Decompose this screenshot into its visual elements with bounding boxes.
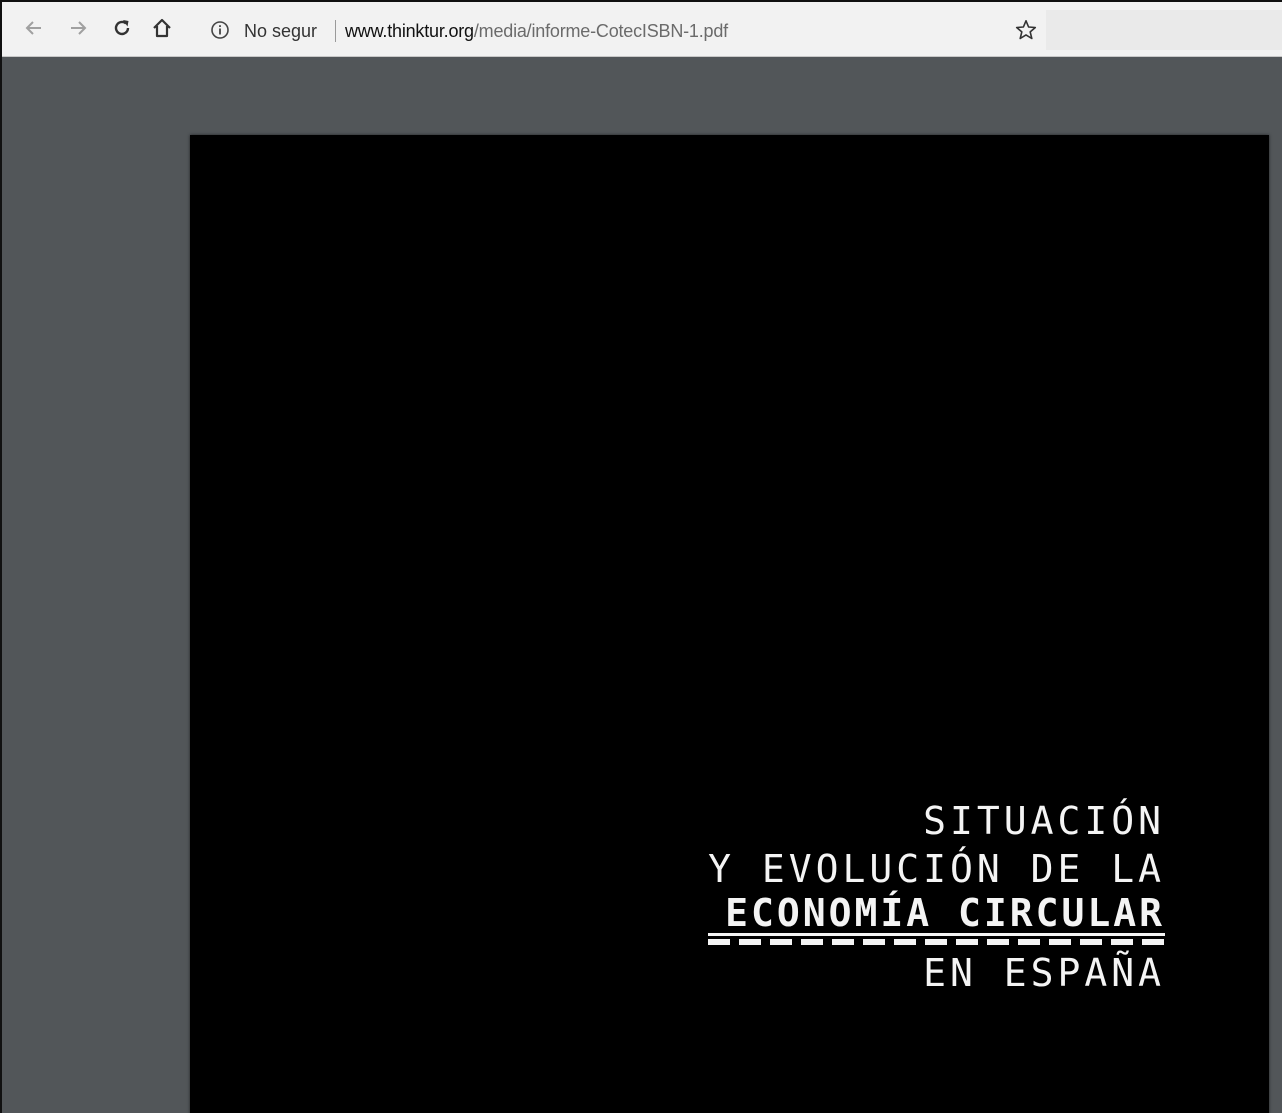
toolbar-extension-area	[1046, 10, 1282, 50]
forward-button[interactable]	[64, 14, 92, 42]
url-path: /media/informe-CotecISBN-1.pdf	[473, 21, 728, 41]
forward-arrow-icon	[71, 21, 87, 35]
home-button[interactable]	[148, 14, 176, 42]
browser-window: No segur www.thinktur.org/media/informe-…	[0, 0, 1282, 1113]
info-icon[interactable]	[210, 20, 230, 40]
cover-title-line-1: SITUACIÓN	[923, 799, 1165, 843]
cover-title-line-3: ECONOMÍA CIRCULAR	[708, 893, 1165, 936]
reload-icon	[114, 20, 130, 36]
cover-title: SITUACIÓN Y EVOLUCIÓN DE LA ECONOMÍA CIR…	[708, 797, 1165, 997]
url-text[interactable]: www.thinktur.org/media/informe-CotecISBN…	[345, 21, 728, 42]
omnibox-divider	[335, 20, 336, 42]
pdf-page-cover: SITUACIÓN Y EVOLUCIÓN DE LA ECONOMÍA CIR…	[190, 135, 1269, 1113]
star-icon[interactable]	[1014, 18, 1038, 42]
address-bar[interactable]: No segur www.thinktur.org/media/informe-…	[192, 10, 1046, 50]
pdf-viewer[interactable]: SITUACIÓN Y EVOLUCIÓN DE LA ECONOMÍA CIR…	[2, 57, 1282, 1113]
cover-title-line-2: Y EVOLUCIÓN DE LA	[708, 847, 1165, 891]
cover-title-line-4: EN ESPAÑA	[923, 951, 1165, 995]
cover-dashed-rule	[708, 939, 1165, 945]
browser-toolbar: No segur www.thinktur.org/media/informe-…	[2, 2, 1282, 57]
url-host: www.thinktur.org	[345, 21, 474, 41]
back-button[interactable]	[20, 14, 48, 42]
reload-button[interactable]	[108, 14, 136, 42]
back-arrow-icon	[25, 21, 41, 35]
home-icon	[153, 18, 171, 38]
security-status-label[interactable]: No segur	[244, 21, 317, 42]
